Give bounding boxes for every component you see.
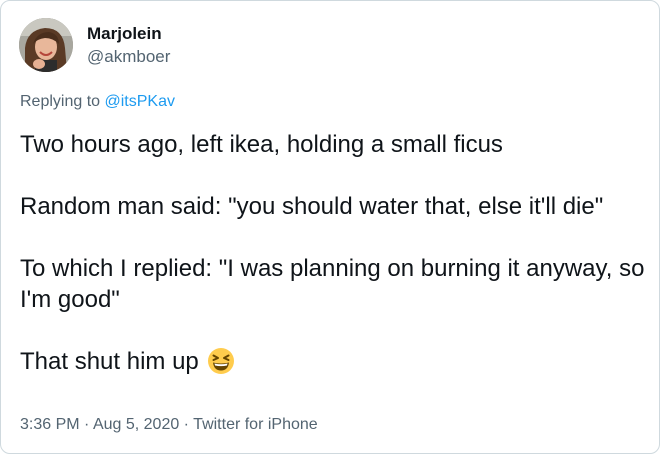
tweet-source: Twitter for iPhone	[193, 416, 318, 433]
tweet-date[interactable]: Aug 5, 2020	[93, 416, 179, 433]
user-handle[interactable]: @akmboer	[87, 47, 170, 67]
tweet-paragraph-text: That shut him up	[20, 348, 199, 375]
reply-mention-link[interactable]: @itsPKav	[105, 93, 175, 110]
tweet-paragraph: To which I replied: "I was planning on b…	[20, 255, 645, 313]
grinning-squinting-face-icon	[207, 347, 235, 383]
display-name[interactable]: Marjolein	[87, 24, 162, 44]
tweet-metadata: 3:36 PM · Aug 5, 2020 · Twitter for iPho…	[20, 416, 318, 434]
avatar[interactable]	[19, 18, 73, 72]
tweet-card: Marjolein @akmboer Replying to @itsPKav …	[0, 0, 660, 454]
tweet-paragraph: Two hours ago, left ikea, holding a smal…	[20, 131, 503, 158]
meta-separator: ·	[179, 416, 194, 433]
tweet-time[interactable]: 3:36 PM	[20, 416, 80, 433]
tweet-paragraph: Random man said: "you should water that,…	[20, 193, 604, 220]
replying-to-line: Replying to @itsPKav	[20, 93, 175, 111]
replying-to-label: Replying to	[20, 93, 101, 110]
tweet-paragraph-last: That shut him up	[20, 346, 648, 383]
tweet-text: Two hours ago, left ikea, holding a smal…	[20, 129, 648, 383]
meta-separator: ·	[79, 416, 93, 433]
avatar-photo	[19, 18, 73, 72]
